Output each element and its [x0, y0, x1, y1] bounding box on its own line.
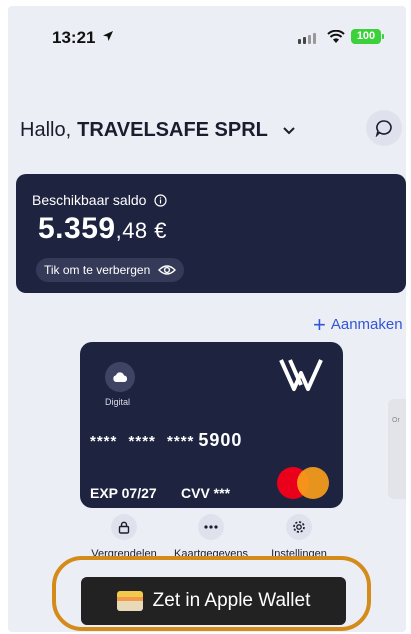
- card-number-last: 5900: [198, 430, 243, 450]
- lock-card-button[interactable]: Vergrendelen: [79, 514, 169, 560]
- battery-indicator: 100: [351, 29, 384, 44]
- app-screen: 13:21 100 Hallo, TRAVELSAFE SPRL Beschik…: [8, 6, 406, 632]
- highlight-annotation: [52, 556, 371, 631]
- gear-icon: [286, 514, 312, 540]
- hide-balance-button[interactable]: Tik om te verbergen: [36, 258, 185, 282]
- balance-amount-main: 5.359: [38, 212, 116, 245]
- status-time: 13:21: [52, 28, 96, 47]
- card-number: **** **** **** 5900: [90, 430, 242, 451]
- card-type-label: Digital: [105, 397, 131, 407]
- plus-icon: +: [313, 312, 326, 337]
- digital-badge: [105, 362, 135, 392]
- balance-amount-cents: ,48 €: [115, 218, 168, 243]
- more-icon: [198, 514, 224, 540]
- balance-label-row: Beschikbaar saldo: [32, 192, 168, 208]
- hide-balance-label: Tik om te verbergen: [44, 263, 151, 277]
- mastercard-logo-icon: [277, 467, 329, 499]
- chevron-down-icon: [283, 126, 295, 134]
- card-expiry: EXP 07/27: [90, 485, 157, 501]
- wifi-icon: [327, 30, 345, 43]
- vivid-logo-icon: [279, 359, 323, 391]
- next-card-peek[interactable]: Or: [388, 399, 406, 499]
- card-settings-button[interactable]: Instellingen: [254, 514, 344, 560]
- card-details-button[interactable]: Kaartgegevens: [166, 514, 256, 560]
- account-name: TRAVELSAFE SPRL: [77, 119, 268, 141]
- balance-label: Beschikbaar saldo: [32, 192, 147, 208]
- chat-bubble-icon: [375, 120, 392, 137]
- account-switcher[interactable]: Hallo, TRAVELSAFE SPRL: [20, 119, 296, 142]
- greeting-text: Hallo,: [20, 119, 72, 141]
- create-card-label: Aanmaken: [330, 316, 403, 333]
- create-card-link[interactable]: + Aanmaken: [313, 312, 403, 337]
- cloud-icon: [113, 371, 128, 382]
- next-card-label: Or: [392, 417, 400, 424]
- signal-icon: [298, 33, 316, 44]
- chat-button[interactable]: [366, 110, 402, 146]
- balance-amount: 5.359,48 €: [38, 212, 167, 246]
- card-cvv: CVV ***: [181, 485, 231, 501]
- balance-card: Beschikbaar saldo 5.359,48 € Tik om te v…: [16, 174, 406, 293]
- lock-icon: [111, 514, 137, 540]
- card-number-masked: **** **** ****: [90, 433, 195, 450]
- info-icon[interactable]: [154, 193, 168, 207]
- payment-card[interactable]: Digital **** **** **** 5900 EXP 07/27 CVV…: [80, 342, 343, 508]
- location-arrow-icon: [103, 31, 113, 41]
- eye-icon: [158, 265, 177, 275]
